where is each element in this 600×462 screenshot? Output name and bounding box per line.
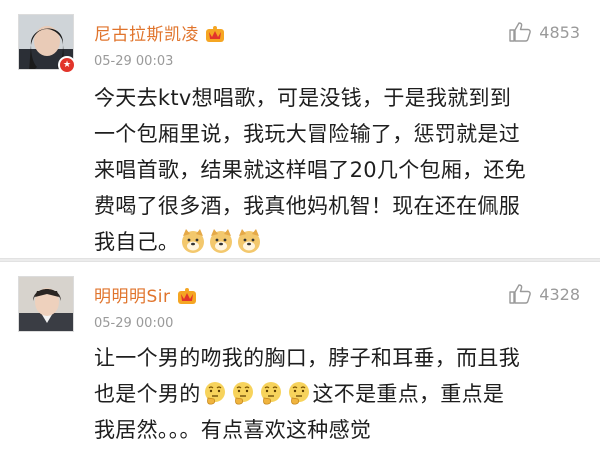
thinking-emoji-icon (260, 382, 281, 405)
comment-line-text: 也是个男的 (94, 382, 201, 406)
thinking-emoji-icon (232, 382, 253, 405)
comment-time: 05-29 00:03 (94, 54, 174, 69)
comment-item: ★ 尼古拉斯凯凌 05-29 00:03 4853 今天去ktv想唱歌，可是没钱… (0, 0, 600, 258)
like-button[interactable]: 4853 (509, 22, 580, 42)
comment-line-last: 我自己。 (94, 224, 580, 260)
like-button[interactable]: 4328 (509, 284, 580, 304)
thumbs-up-icon (509, 22, 532, 42)
doge-emoji-icon (210, 229, 233, 253)
comment-line-text: 我自己。 (94, 230, 180, 254)
like-count: 4328 (539, 284, 580, 304)
doge-emoji-icon (182, 229, 205, 253)
comment-line: 来唱首歌，结果就这样唱了20几个包厢，还免 (94, 158, 527, 182)
comment-line-text: 这不是重点，重点是 (312, 382, 505, 406)
vip-badge-icon: ★ (58, 56, 76, 74)
username[interactable]: 尼古拉斯凯凌 (94, 20, 225, 45)
thumbs-up-icon (509, 284, 532, 304)
comment-line: 费喝了很多酒，我真他妈机智！现在还在佩服 (94, 194, 520, 218)
thinking-emoji-icon (204, 382, 225, 405)
like-count: 4853 (539, 22, 580, 42)
comment-time: 05-29 00:00 (94, 316, 174, 331)
doge-emoji-icon (238, 229, 261, 253)
username-text[interactable]: 尼古拉斯凯凌 (94, 25, 199, 45)
username-text[interactable]: 明明明Sir (94, 287, 171, 307)
member-crown-icon (177, 288, 196, 304)
comment-text: 今天去ktv想唱歌，可是没钱，于是我就到到 一个包厢里说，我玩大冒险输了，惩罚就… (94, 80, 580, 260)
comment-line: 今天去ktv想唱歌，可是没钱，于是我就到到 (94, 86, 512, 110)
comment-text: 让一个男的吻我的胸口，脖子和耳垂，而且我 也是个男的 这不是重点，重点是 我居然… (94, 340, 580, 448)
comment-item: 明明明Sir 05-29 00:00 4328 让一个男的吻我的胸口，脖子和耳垂… (0, 262, 600, 462)
member-crown-icon (206, 26, 224, 42)
comment-line: 我居然。。。有点喜欢这种感觉 (94, 418, 372, 442)
comment-line: 一个包厢里说，我玩大冒险输了，惩罚就是过 (94, 122, 520, 146)
comment-line-with-emoji: 也是个男的 这不是重点，重点是 (94, 376, 580, 412)
username[interactable]: 明明明Sir (94, 282, 197, 307)
avatar[interactable] (18, 276, 74, 332)
thinking-emoji-icon (288, 382, 309, 405)
comment-line: 让一个男的吻我的胸口，脖子和耳垂，而且我 (94, 346, 520, 370)
